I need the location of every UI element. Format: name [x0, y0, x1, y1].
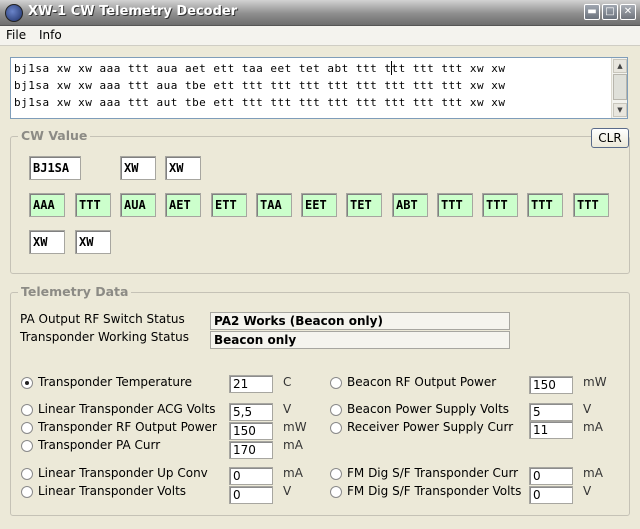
scroll-up-icon[interactable]: ▲ [613, 59, 627, 73]
menu-info[interactable]: Info [39, 28, 62, 42]
param-radio[interactable] [21, 377, 33, 389]
raw-line-1: bj1sa xw xw aaa ttt aua aet ett taa eet … [14, 62, 506, 75]
raw-line-3: bj1sa xw xw aaa ttt aut tbe ett ttt ttt … [14, 96, 506, 109]
cw-field: TTT [75, 193, 111, 217]
param-radio[interactable] [330, 422, 342, 434]
param-radio[interactable] [21, 404, 33, 416]
cw-field: XW [120, 156, 156, 180]
param-unit: V [283, 484, 292, 498]
param-label: Beacon RF Output Power [347, 375, 497, 389]
status-label: Transponder Working Status [20, 330, 190, 344]
cw-field: ETT [211, 193, 247, 217]
close-button[interactable]: ✕ [620, 4, 636, 20]
status-value: PA2 Works (Beacon only) [210, 312, 510, 330]
param-unit: mA [583, 420, 603, 434]
param-label: Linear Transponder Up Conv [38, 466, 208, 480]
maximize-icon: □ [605, 6, 615, 17]
vertical-scrollbar[interactable]: ▲ ▼ [611, 58, 627, 118]
raw-cw-text-box[interactable]: bj1sa xw xw aaa ttt aua aet ett taa eet … [10, 57, 628, 119]
status-label: PA Output RF Switch Status [20, 312, 185, 326]
param-unit: mW [283, 420, 307, 434]
param-value: 5,5 [229, 403, 273, 421]
cw-field: ABT [392, 193, 428, 217]
cw-field: BJ1SA [29, 156, 81, 180]
app-icon [5, 4, 23, 22]
cw-field: EET [301, 193, 337, 217]
text-caret [391, 61, 392, 75]
raw-line-2: bj1sa xw xw aaa ttt aua tbe ett ttt ttt … [14, 79, 506, 92]
param-label: Transponder Temperature [38, 375, 193, 389]
param-label: Receiver Power Supply Curr [347, 420, 514, 434]
scroll-down-icon[interactable]: ▼ [613, 103, 627, 117]
maximize-button[interactable]: □ [602, 4, 618, 20]
close-icon: ✕ [623, 6, 633, 17]
param-label: Linear Transponder Volts [38, 484, 187, 498]
param-radio[interactable] [21, 422, 33, 434]
param-value: 5 [529, 403, 573, 421]
title-bar[interactable]: XW-1 CW Telemetry Decoder ▬ □ ✕ [0, 0, 640, 26]
cw-value-title: CW Value [18, 128, 91, 143]
cw-field: AET [165, 193, 201, 217]
param-label: FM Dig S/F Transponder Volts [347, 484, 522, 498]
param-unit: V [583, 484, 592, 498]
cw-field: XW [165, 156, 201, 180]
param-radio[interactable] [330, 404, 342, 416]
minimize-button[interactable]: ▬ [584, 4, 600, 20]
param-radio[interactable] [330, 377, 342, 389]
clr-button[interactable]: CLR [591, 128, 629, 148]
cw-field: TTT [437, 193, 473, 217]
param-label: Beacon Power Supply Volts [347, 402, 510, 416]
param-unit: mA [583, 466, 603, 480]
scroll-thumb[interactable] [613, 74, 627, 100]
cw-field: TAA [256, 193, 292, 217]
param-radio[interactable] [21, 486, 33, 498]
cw-field: TTT [527, 193, 563, 217]
param-label: Linear Transponder ACG Volts [38, 402, 216, 416]
menu-file[interactable]: File [6, 28, 26, 42]
cw-field: AAA [29, 193, 65, 217]
cw-field: TTT [482, 193, 518, 217]
param-unit: V [283, 402, 292, 416]
param-value: 0 [229, 467, 273, 485]
param-radio[interactable] [21, 440, 33, 452]
cw-field: XW [29, 230, 65, 254]
param-value: 0 [229, 486, 273, 504]
param-label: Transponder RF Output Power [38, 420, 217, 434]
param-label: Transponder PA Curr [38, 438, 161, 452]
cw-field: TTT [573, 193, 609, 217]
window-title: XW-1 CW Telemetry Decoder [28, 4, 238, 19]
status-value: Beacon only [210, 331, 510, 349]
param-value: 11 [529, 421, 573, 439]
param-value: 150 [229, 422, 273, 440]
param-unit: mA [283, 466, 303, 480]
param-label: FM Dig S/F Transponder Curr [347, 466, 519, 480]
param-radio[interactable] [330, 468, 342, 480]
menu-bar: File Info [0, 26, 640, 46]
cw-field: XW [75, 230, 111, 254]
param-unit: C [283, 375, 292, 389]
cw-field: AUA [120, 193, 156, 217]
param-value: 170 [229, 441, 273, 459]
param-value: 0 [529, 467, 573, 485]
param-value: 150 [529, 376, 573, 394]
minimize-icon: ▬ [587, 6, 597, 17]
param-unit: V [583, 402, 592, 416]
param-value: 0 [529, 486, 573, 504]
telemetry-title: Telemetry Data [18, 284, 132, 299]
param-unit: mA [283, 438, 303, 452]
param-unit: mW [583, 375, 607, 389]
param-radio[interactable] [21, 468, 33, 480]
cw-field: TET [346, 193, 382, 217]
param-value: 21 [229, 375, 273, 393]
param-radio[interactable] [330, 486, 342, 498]
